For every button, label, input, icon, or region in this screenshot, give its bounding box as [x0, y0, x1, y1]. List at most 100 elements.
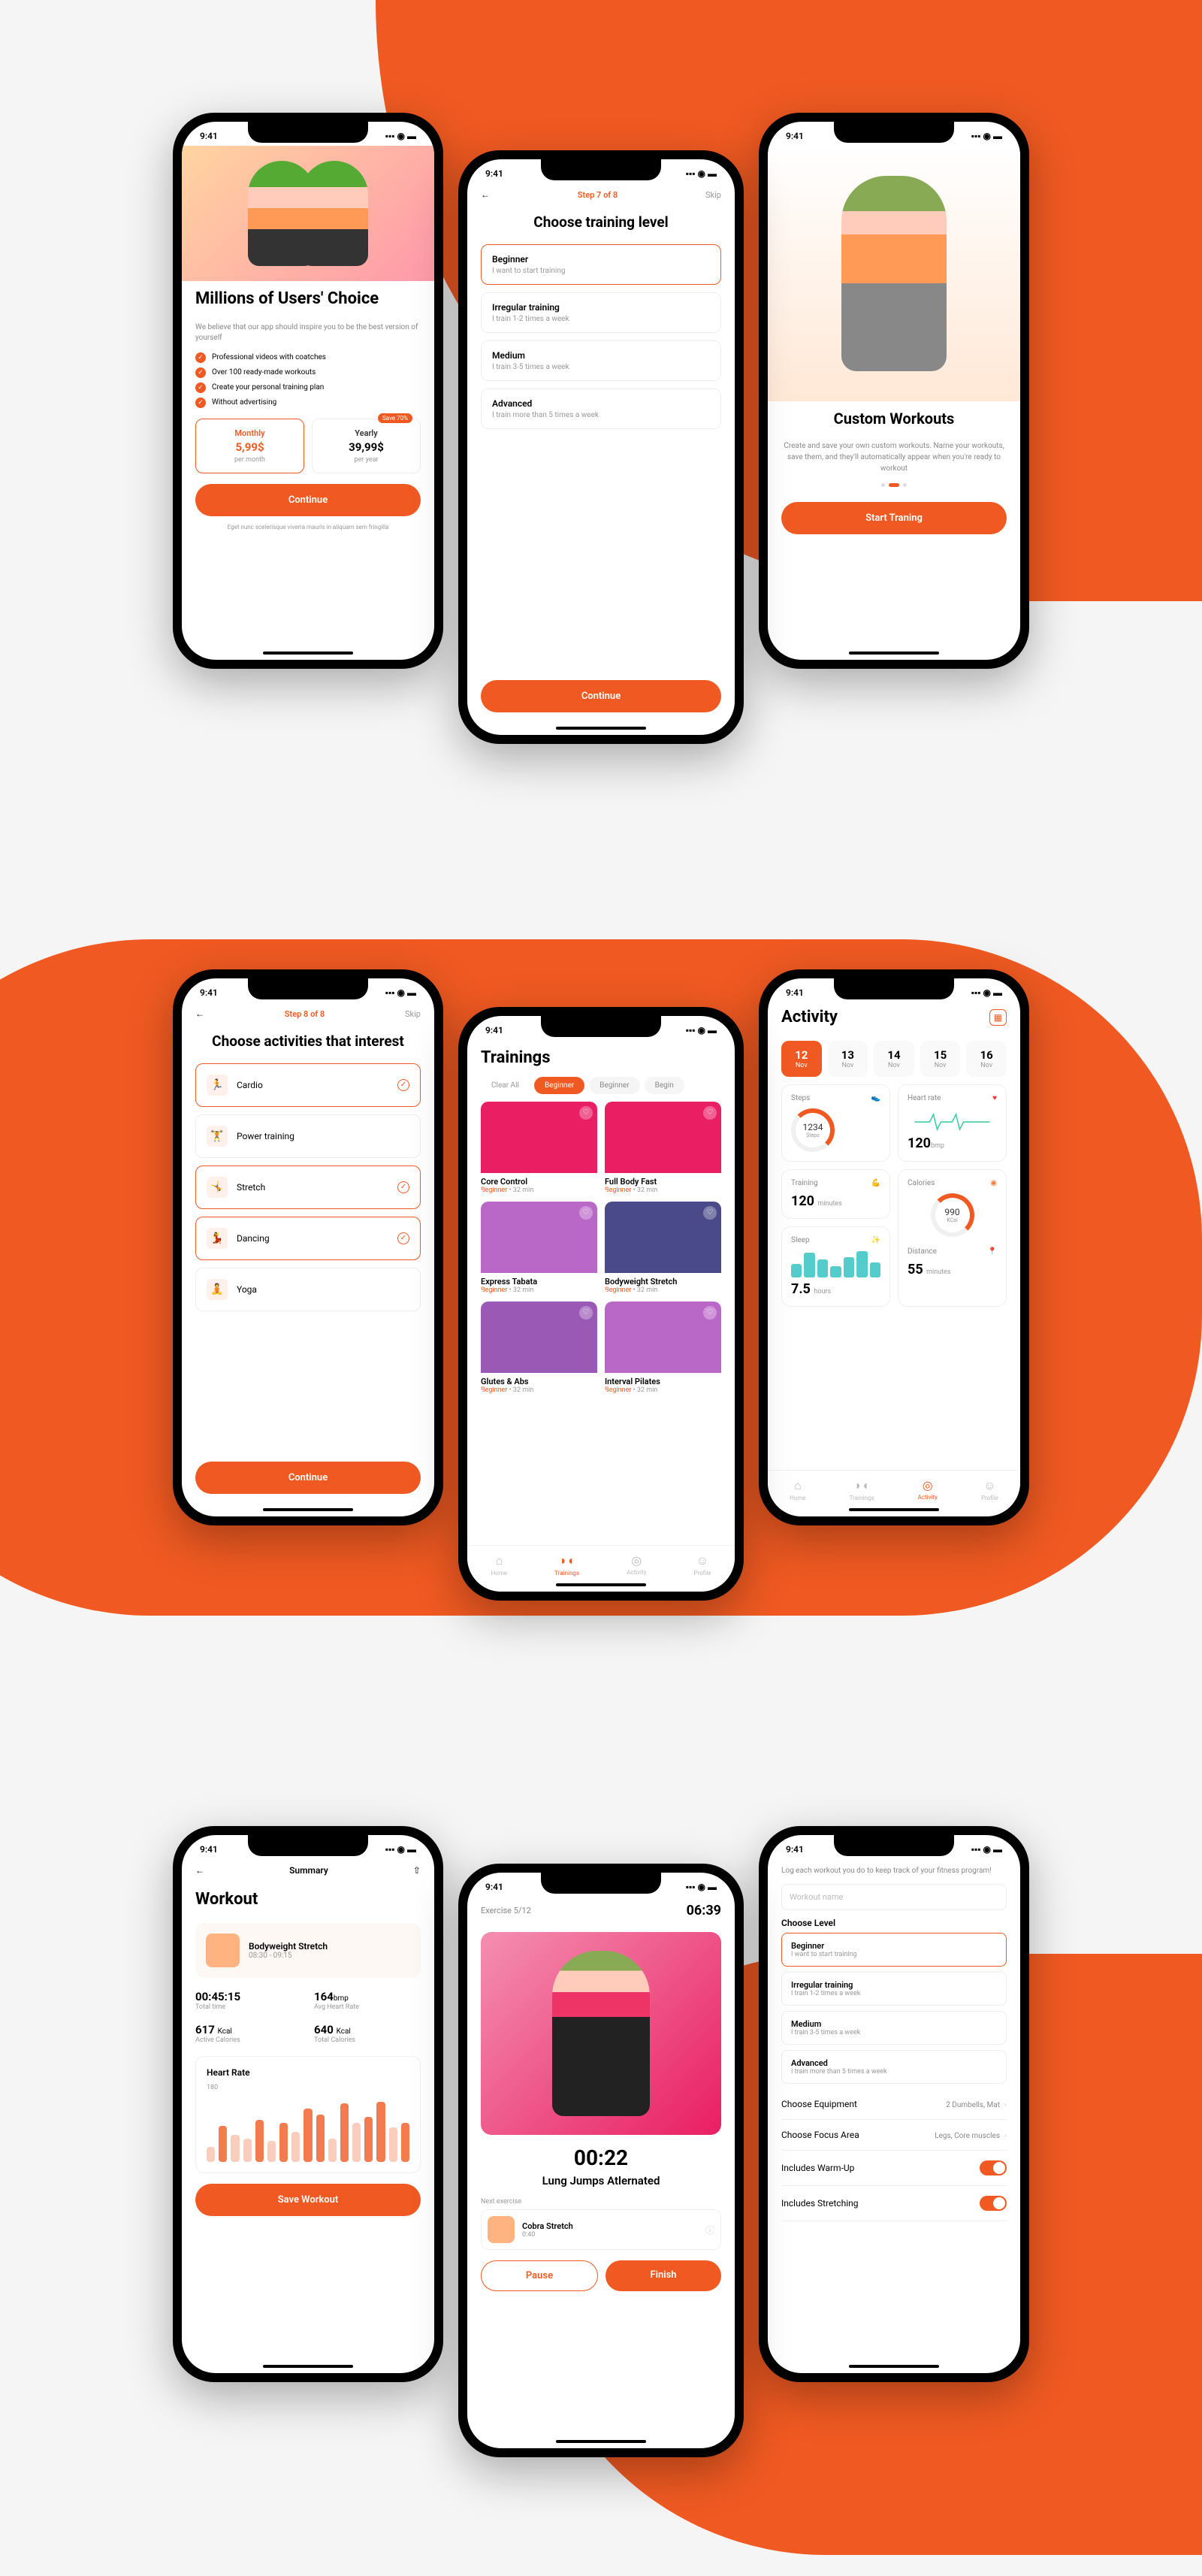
nav-trainings[interactable]: ◗◖Trainings — [554, 1553, 579, 1577]
training-card[interactable]: ♡Glutes & AbsBeginner • 32 min — [481, 1302, 597, 1394]
skip-link[interactable]: Skip — [705, 190, 721, 200]
stat-steps[interactable]: Steps👟1234Steps — [781, 1084, 890, 1162]
profile-icon: ☺ — [694, 1553, 711, 1568]
steps-icon: 👟 — [871, 1094, 880, 1102]
feature-item: ✓Over 100 ready-made workouts — [195, 367, 421, 378]
row-stretching: Includes Stretching — [781, 2186, 1007, 2221]
nav-home[interactable]: ⌂Home — [790, 1478, 806, 1501]
row-equipment[interactable]: Choose Equipment2 Dumbells, Mat› — [781, 2089, 1007, 2120]
save-workout-button[interactable]: Save Workout — [195, 2184, 421, 2216]
back-icon[interactable]: ← — [481, 189, 490, 200]
check-icon: ✓ — [195, 398, 206, 408]
feature-item: ✓Create your personal training plan — [195, 382, 421, 393]
stat-heartrate[interactable]: Heart rate♥120bmp — [898, 1084, 1007, 1162]
filter-tab[interactable]: Beginner — [589, 1077, 639, 1094]
heart-icon[interactable]: ♡ — [579, 1106, 593, 1120]
dance-icon: 💃 — [207, 1228, 228, 1249]
home-icon: ⌂ — [491, 1553, 508, 1568]
back-icon[interactable]: ← — [195, 1008, 204, 1019]
workout-item[interactable]: Bodyweight Stretch08:30 - 09:15 — [195, 1923, 421, 1978]
training-card[interactable]: ♡Express TabataBeginner • 32 min — [481, 1202, 597, 1294]
back-icon[interactable]: ← — [195, 1865, 204, 1876]
heart-icon[interactable]: ♡ — [579, 1206, 593, 1220]
continue-button[interactable]: Continue — [195, 1462, 421, 1494]
heart-icon[interactable]: ♡ — [703, 1106, 717, 1120]
nav-activity[interactable]: ◎Activity — [627, 1553, 646, 1577]
level-medium[interactable]: MediumI train 3-5 times a week — [781, 2011, 1007, 2045]
activity-yoga[interactable]: 🧘Yoga — [195, 1268, 421, 1311]
date-15[interactable]: 15Nov — [920, 1041, 961, 1077]
level-advanced[interactable]: AdvancedI train more than 5 times a week — [481, 389, 721, 429]
row-warmup: Includes Warm-Up — [781, 2151, 1007, 2186]
heart-icon[interactable]: ♡ — [703, 1306, 717, 1320]
stat-training[interactable]: Training💪120 minutes — [781, 1169, 890, 1219]
level-beginner[interactable]: BeginnerI want to start training — [481, 244, 721, 285]
info-icon[interactable]: ⓘ — [705, 2224, 714, 2236]
warmup-toggle[interactable] — [980, 2160, 1007, 2175]
exercise-timer: 00:22 — [481, 2145, 721, 2170]
level-beginner[interactable]: BeginnerI want to start training — [781, 1933, 1007, 1967]
step-indicator: Step 7 of 8 — [578, 190, 618, 200]
dumbbell-icon: ◗◖ — [554, 1553, 579, 1568]
workout-name-input[interactable]: Workout name — [781, 1884, 1007, 1910]
activity-cardio[interactable]: 🏃Cardio✓ — [195, 1063, 421, 1107]
exercise-counter: Exercise 5/12 — [481, 1906, 531, 1915]
heart-icon[interactable]: ♡ — [703, 1206, 717, 1220]
training-card[interactable]: ♡Full Body FastBeginner • 32 min — [605, 1102, 721, 1194]
check-icon: ✓ — [397, 1079, 409, 1091]
nav-activity[interactable]: ◎Activity — [918, 1478, 938, 1501]
heart-icon[interactable]: ♡ — [579, 1306, 593, 1320]
nav-profile[interactable]: ☺Profile — [694, 1553, 711, 1577]
level-medium[interactable]: MediumI train 3-5 times a week — [481, 340, 721, 381]
share-icon[interactable]: ⇧ — [413, 1865, 421, 1876]
training-card[interactable]: ♡Bodyweight StretchBeginner • 32 min — [605, 1202, 721, 1294]
activity-stretch[interactable]: 🤸Stretch✓ — [195, 1166, 421, 1209]
nav-trainings[interactable]: ◗◖Trainings — [850, 1478, 874, 1501]
stat-calories[interactable]: Calories◉990KCalDistance📍55 minutes — [898, 1169, 1007, 1307]
workout-thumb — [206, 1934, 240, 1967]
target-icon: ◎ — [918, 1478, 938, 1492]
yoga-icon: 🧘 — [207, 1279, 228, 1300]
continue-button[interactable]: Continue — [195, 484, 421, 516]
nav-home[interactable]: ⌂Home — [491, 1553, 508, 1577]
phone-exercise: 9:41▪▪▪ ◉ ▬ Exercise 5/1206:39 00:22 Lun… — [458, 1864, 744, 2457]
pause-button[interactable]: Pause — [481, 2260, 598, 2291]
training-card[interactable]: ♡Core ControlBeginner • 32 min — [481, 1102, 597, 1194]
level-irregular[interactable]: Irregular trainingI train 1-2 times a we… — [481, 292, 721, 333]
filter-tab[interactable]: Begin — [645, 1077, 684, 1094]
stretching-toggle[interactable] — [980, 2196, 1007, 2211]
activity-dancing[interactable]: 💃Dancing✓ — [195, 1217, 421, 1260]
next-exercise[interactable]: Cobra Stretch0:40ⓘ — [481, 2209, 721, 2250]
finish-button[interactable]: Finish — [606, 2260, 721, 2291]
price-monthly[interactable]: Monthly 5,99$ per month — [195, 419, 304, 473]
price-yearly[interactable]: Save 70% Yearly 39,99$ per year — [312, 419, 421, 473]
page-title: Activity — [781, 1007, 838, 1029]
page-title: Workout — [195, 1889, 421, 1911]
stat-sleep[interactable]: Sleep✨7.5 hours — [781, 1226, 890, 1307]
description: Log each workout you do to keep track of… — [781, 1865, 1007, 1876]
date-12[interactable]: 12Nov — [781, 1041, 822, 1077]
page-title: Custom Workouts — [781, 409, 1007, 428]
clear-all[interactable]: Clear All — [481, 1077, 530, 1094]
activity-power[interactable]: 🏋️Power training — [195, 1114, 421, 1158]
training-card[interactable]: ♡Interval PilatesBeginner • 32 min — [605, 1302, 721, 1394]
profile-icon: ☺ — [981, 1478, 998, 1493]
date-14[interactable]: 14Nov — [874, 1041, 914, 1077]
metric-total-cal: 640 KcalTotal Calories — [314, 2023, 421, 2044]
phone-activities: 9:41▪▪▪ ◉ ▬ ←Step 8 of 8Skip Choose acti… — [173, 969, 443, 1525]
filter-beginner[interactable]: Beginner — [534, 1077, 584, 1094]
phone-custom-workouts: 9:41▪▪▪ ◉ ▬ Custom Workouts Create and s… — [759, 113, 1029, 669]
nav-profile[interactable]: ☺Profile — [981, 1478, 998, 1501]
level-irregular[interactable]: Irregular trainingI train 1-2 times a we… — [781, 1972, 1007, 2006]
continue-button[interactable]: Continue — [481, 680, 721, 712]
start-button[interactable]: Start Traning — [781, 502, 1007, 534]
target-icon: ◎ — [627, 1553, 646, 1568]
feature-item: ✓Professional videos with coatches — [195, 352, 421, 363]
date-13[interactable]: 13Nov — [828, 1041, 868, 1077]
date-16[interactable]: 16Nov — [966, 1041, 1007, 1077]
arm-icon: 💪 — [871, 1179, 880, 1187]
row-focus-area[interactable]: Choose Focus AreaLegs, Core muscles› — [781, 2120, 1007, 2151]
exercise-video[interactable] — [481, 1932, 721, 2135]
calendar-icon[interactable]: ▦ — [989, 1009, 1007, 1026]
level-advanced[interactable]: AdvancedI train more than 5 times a week — [781, 2050, 1007, 2084]
